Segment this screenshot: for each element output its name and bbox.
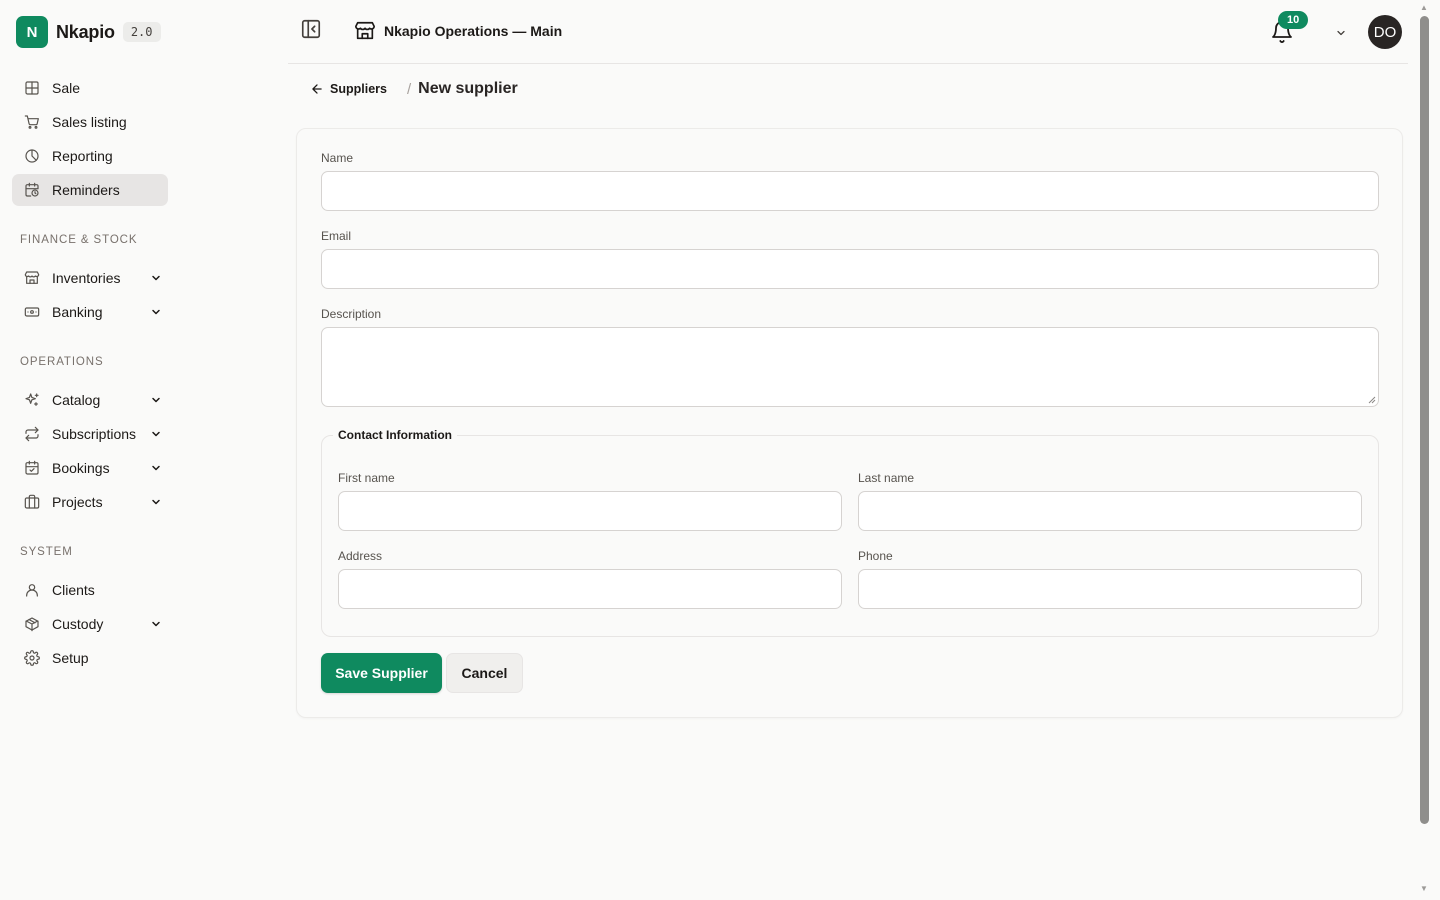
phone-label: Phone: [858, 549, 893, 563]
gear-icon: [24, 650, 40, 666]
sidebar-item-label: Inventories: [52, 270, 121, 286]
back-link-label: Suppliers: [330, 82, 387, 96]
chevron-down-icon[interactable]: [1335, 26, 1347, 38]
email-label: Email: [321, 229, 352, 243]
first-name-input[interactable]: [338, 491, 842, 531]
section-title-system: SYSTEM: [20, 546, 73, 558]
system-nav: Clients Custody Setup: [12, 574, 168, 676]
pie-chart-icon: [24, 148, 40, 164]
avatar[interactable]: DO: [1368, 15, 1402, 49]
store-icon: [24, 270, 40, 286]
last-name-input[interactable]: [858, 491, 1362, 531]
section-title-operations: OPERATIONS: [20, 356, 104, 368]
contact-information-legend: Contact Information: [333, 428, 457, 442]
sidebar-item-label: Reminders: [52, 182, 120, 198]
chevron-down-icon: [150, 272, 162, 284]
sidebar-item-subscriptions[interactable]: Subscriptions: [12, 418, 168, 450]
sidebar-item-setup[interactable]: Setup: [12, 642, 168, 674]
sidebar-item-inventories[interactable]: Inventories: [12, 262, 168, 294]
top-bar: Nkapio Operations — Main 10 DO: [288, 0, 1408, 64]
chevron-down-icon: [150, 306, 162, 318]
sidebar-item-label: Setup: [52, 650, 89, 666]
grid-plus-icon: [24, 80, 40, 96]
cancel-button[interactable]: Cancel: [446, 653, 523, 693]
version-badge: 2.0: [122, 22, 161, 42]
last-name-label: Last name: [858, 471, 915, 485]
scrollbar-thumb[interactable]: [1420, 16, 1429, 824]
finance-nav: Inventories Banking: [12, 262, 168, 330]
sidebar-item-banking[interactable]: Banking: [12, 296, 168, 328]
breadcrumb: Suppliers / New supplier: [310, 78, 518, 100]
banknote-icon: [24, 304, 40, 320]
store-title: Nkapio Operations — Main: [384, 23, 563, 39]
breadcrumb-separator: /: [406, 80, 412, 98]
sidebar-item-reporting[interactable]: Reporting: [12, 140, 168, 172]
sidebar-item-label: Catalog: [52, 392, 101, 408]
sidebar-item-label: Reporting: [52, 148, 113, 164]
name-input[interactable]: [321, 171, 1379, 211]
sidebar-item-label: Projects: [52, 494, 103, 510]
sidebar-item-sale[interactable]: Sale: [12, 72, 168, 104]
resize-grip-icon[interactable]: [1368, 396, 1376, 404]
sidebar-item-label: Clients: [52, 582, 95, 598]
sidebar-item-sales-listing[interactable]: Sales listing: [12, 106, 168, 138]
notification-badge: 10: [1278, 11, 1309, 29]
chevron-down-icon: [150, 496, 162, 508]
save-supplier-button[interactable]: Save Supplier: [321, 653, 442, 693]
sidebar-item-catalog[interactable]: Catalog: [12, 384, 168, 416]
cart-icon: [24, 114, 40, 130]
store-selector[interactable]: Nkapio Operations — Main: [354, 20, 562, 42]
chevron-down-icon: [150, 462, 162, 474]
chevron-down-icon: [150, 394, 162, 406]
sidebar-item-clients[interactable]: Clients: [12, 574, 168, 606]
sidebar-item-label: Sales listing: [52, 114, 127, 130]
calendar-check-icon: [24, 460, 40, 476]
scroll-up-arrow-icon[interactable]: ▲: [1419, 3, 1429, 13]
chevron-down-icon: [150, 618, 162, 630]
sidebar-toggle-icon[interactable]: [300, 18, 322, 40]
sidebar-item-label: Subscriptions: [52, 426, 137, 442]
sidebar-item-custody[interactable]: Custody: [12, 608, 168, 640]
chevron-down-icon: [150, 428, 162, 440]
email-input[interactable]: [321, 249, 1379, 289]
brand[interactable]: N Nkapio 2.0: [16, 16, 161, 48]
sidebar-item-label: Custody: [52, 616, 104, 632]
package-icon: [24, 616, 40, 632]
sidebar-item-label: Sale: [52, 80, 81, 96]
back-link[interactable]: Suppliers: [310, 82, 387, 96]
user-icon: [24, 582, 40, 598]
address-input[interactable]: [338, 569, 842, 609]
address-label: Address: [338, 549, 383, 563]
operations-nav: Catalog Subscriptions Bookings Projects: [12, 384, 168, 520]
sidebar-item-reminders[interactable]: Reminders: [12, 174, 168, 206]
scroll-down-arrow-icon[interactable]: ▼: [1419, 884, 1429, 894]
description-textarea[interactable]: [321, 327, 1379, 407]
page-title: New supplier: [418, 80, 518, 97]
supplier-form-card: Name Email Description Contact Informati…: [296, 128, 1403, 718]
section-title-finance: FINANCE & STOCK: [20, 234, 138, 246]
folder-kanban-icon: [24, 494, 40, 510]
brand-name: Nkapio: [56, 21, 115, 42]
sparkles-icon: [24, 392, 40, 408]
page-scrollbar[interactable]: ▲ ▼: [1408, 0, 1440, 900]
arrow-left-icon: [312, 84, 322, 94]
sidebar: N Nkapio 2.0 Sale Sales listing Reportin…: [0, 0, 288, 900]
calendar-clock-icon: [24, 182, 40, 198]
description-label: Description: [321, 307, 382, 321]
first-name-label: First name: [338, 471, 395, 485]
main-nav: Sale Sales listing Reporting Reminders: [12, 72, 168, 208]
brand-logo: N: [16, 16, 48, 48]
phone-input[interactable]: [858, 569, 1362, 609]
store-icon: [355, 21, 375, 40]
sidebar-item-bookings[interactable]: Bookings: [12, 452, 168, 484]
sidebar-item-projects[interactable]: Projects: [12, 486, 168, 518]
sidebar-item-label: Banking: [52, 304, 103, 320]
repeat-icon: [24, 426, 40, 442]
name-label: Name: [321, 151, 354, 165]
sidebar-item-label: Bookings: [52, 460, 110, 476]
